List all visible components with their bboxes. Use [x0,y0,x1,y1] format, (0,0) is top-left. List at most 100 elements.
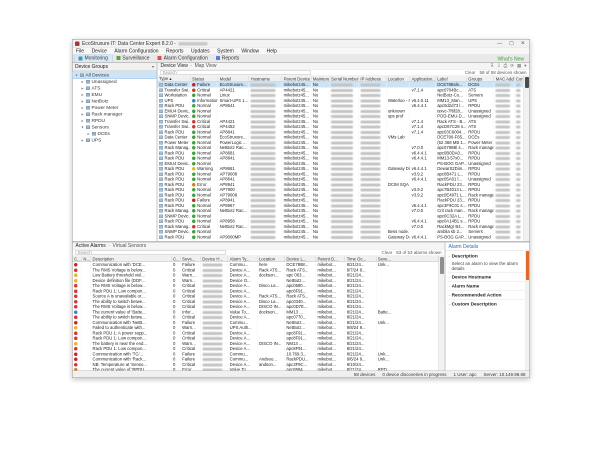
redacted-value [331,94,353,97]
perspective-tab-surveillance[interactable]: Surveillance [112,54,153,62]
sidebar-item-label: EMU [92,92,103,98]
close-button[interactable]: ✕ [521,40,525,48]
title-bar[interactable]: EcoStruxure IT: Data Center Expert 8.2.0… [73,40,530,48]
sidebar-item-ups[interactable]: ▸UPS [73,137,157,144]
columns-icon[interactable]: ▦ [517,63,521,69]
redacted-value [202,316,222,319]
detail-section-device-hostname[interactable]: -Device Hostname [448,272,525,281]
print-icon[interactable]: ⎙ [504,63,508,69]
redacted-value [516,131,521,134]
redacted-value [360,204,380,207]
alarm-details-scrollbar-thumb[interactable] [526,251,529,280]
redacted-value [496,84,510,87]
status-icon [192,99,196,103]
device-scrollbar-thumb[interactable] [525,77,529,88]
device-clear-link[interactable]: Clear [465,70,476,75]
redacted-value [331,199,353,202]
column-header-parent-device[interactable]: Parent Device [282,76,311,82]
alarm-severity-icon [74,300,78,304]
minimize-button[interactable]: — [497,40,502,48]
alarm-search-input[interactable] [76,250,226,255]
export-icon[interactable]: ⇩ [497,63,501,69]
alarm-details-scrollbar[interactable] [526,249,530,370]
tab-active-alarms[interactable]: Active Alarms [76,243,106,249]
redacted-value [251,162,276,165]
alarm-severity-icon [74,268,78,272]
tab-virtual-sensors[interactable]: Virtual Sensors [112,243,146,249]
menu-system[interactable]: System [217,48,234,54]
view-menu-icon[interactable]: ▾ [524,63,526,69]
menu-reports[interactable]: Reports [166,48,184,54]
refresh-icon[interactable]: ⟳ [510,63,514,69]
device-group-icon [86,80,90,84]
redacted-value [360,215,380,218]
status-icon [192,188,196,192]
perspective-tab-monitoring[interactable]: Monitoring [74,54,112,62]
detail-section-label: Recommended Action [452,292,502,298]
alarm-column-header-c[interactable]: C... [73,256,82,262]
sidebar-item-label: Sensors [92,124,109,130]
column-header-maintenan[interactable]: Maintenan... [311,76,329,82]
column-header-mac-address[interactable]: MAC Address [494,76,514,82]
alarm-column-header-c[interactable]: C... [171,256,180,262]
status-icon [192,209,196,213]
detail-section-alarm-name[interactable]: -Alarm Name [448,281,525,290]
redacted-value [496,215,510,218]
redacted-value [251,215,276,218]
tab-map-view[interactable]: Map View [195,63,217,69]
perspective-tab-reports[interactable]: Reports [212,54,244,62]
menu-device[interactable]: Device [92,48,107,54]
chevron-down-icon[interactable]: ▾ [152,64,154,69]
device-group-icon [86,125,90,129]
device-group-icon [86,138,90,142]
device-search-input[interactable] [161,70,311,75]
device-type-icon [159,125,163,129]
menu-alarm-configuration[interactable]: Alarm Configuration [114,48,158,54]
menu-window[interactable]: Window [241,48,259,54]
device-group-icon [86,86,90,90]
menu-file[interactable]: File [76,48,84,54]
redacted-value [516,194,521,197]
device-table-scrollbar[interactable] [524,76,530,241]
maximize-button[interactable]: ▢ [509,40,514,48]
alarm-column-header-n[interactable]: N... [82,256,91,262]
perspective-tab-alarm-configuration[interactable]: Alarm Configuration [154,54,212,62]
redacted-value [202,353,222,356]
column-header-application[interactable]: Application... [410,76,436,82]
menu-updates[interactable]: Updates [191,48,210,54]
device-type-icon [159,94,163,98]
detail-section-custom-description[interactable]: -Custom Description [448,299,525,308]
device-type-icon [159,83,163,87]
device-type-icon [159,204,163,208]
alarm-details-title[interactable]: Alarm Details [446,242,530,251]
redacted-value [331,204,353,207]
redacted-value [516,168,521,171]
column-header-contact-na[interactable]: Contact Na... [514,76,523,82]
device-row[interactable]: Rack PDUNormalAP9000MPmikebotz45...NoGat… [158,234,524,239]
redacted-value [331,147,353,150]
device-type-icon [159,183,163,187]
device-groups-header[interactable]: Device Groups ▾ [73,63,157,71]
cell-location: Gateway Da... [386,234,410,239]
device-type-icon [159,235,163,239]
status-bar: 58 devices0 device discoveries in progre… [73,371,530,378]
menu-help[interactable]: Help [267,48,277,54]
alarm-clear-link[interactable]: Clear [381,250,392,255]
redacted-value [516,225,521,228]
dash-icon: - [449,283,451,289]
redacted-value [360,105,380,108]
status-icon [192,130,196,134]
redacted-value [516,105,521,108]
whats-new-link[interactable]: What's New [497,56,528,62]
detail-section-recommended-action[interactable]: -Recommended Action [448,290,525,299]
alarm-details-body: -DescriptionSelect an alarm to view the … [446,251,530,310]
alarm-scrollbar-thumb[interactable] [440,257,444,274]
detail-section-description[interactable]: -Description [448,252,525,261]
alarm-severity-icon [74,316,78,320]
redacted-value [251,157,276,160]
pin-icon[interactable]: ⊼ [491,63,494,69]
redacted-value [516,183,521,186]
tab-device-view[interactable]: Device View [161,63,188,69]
column-header-serial-number[interactable]: Serial Number [329,76,358,82]
status-icon [192,225,196,229]
